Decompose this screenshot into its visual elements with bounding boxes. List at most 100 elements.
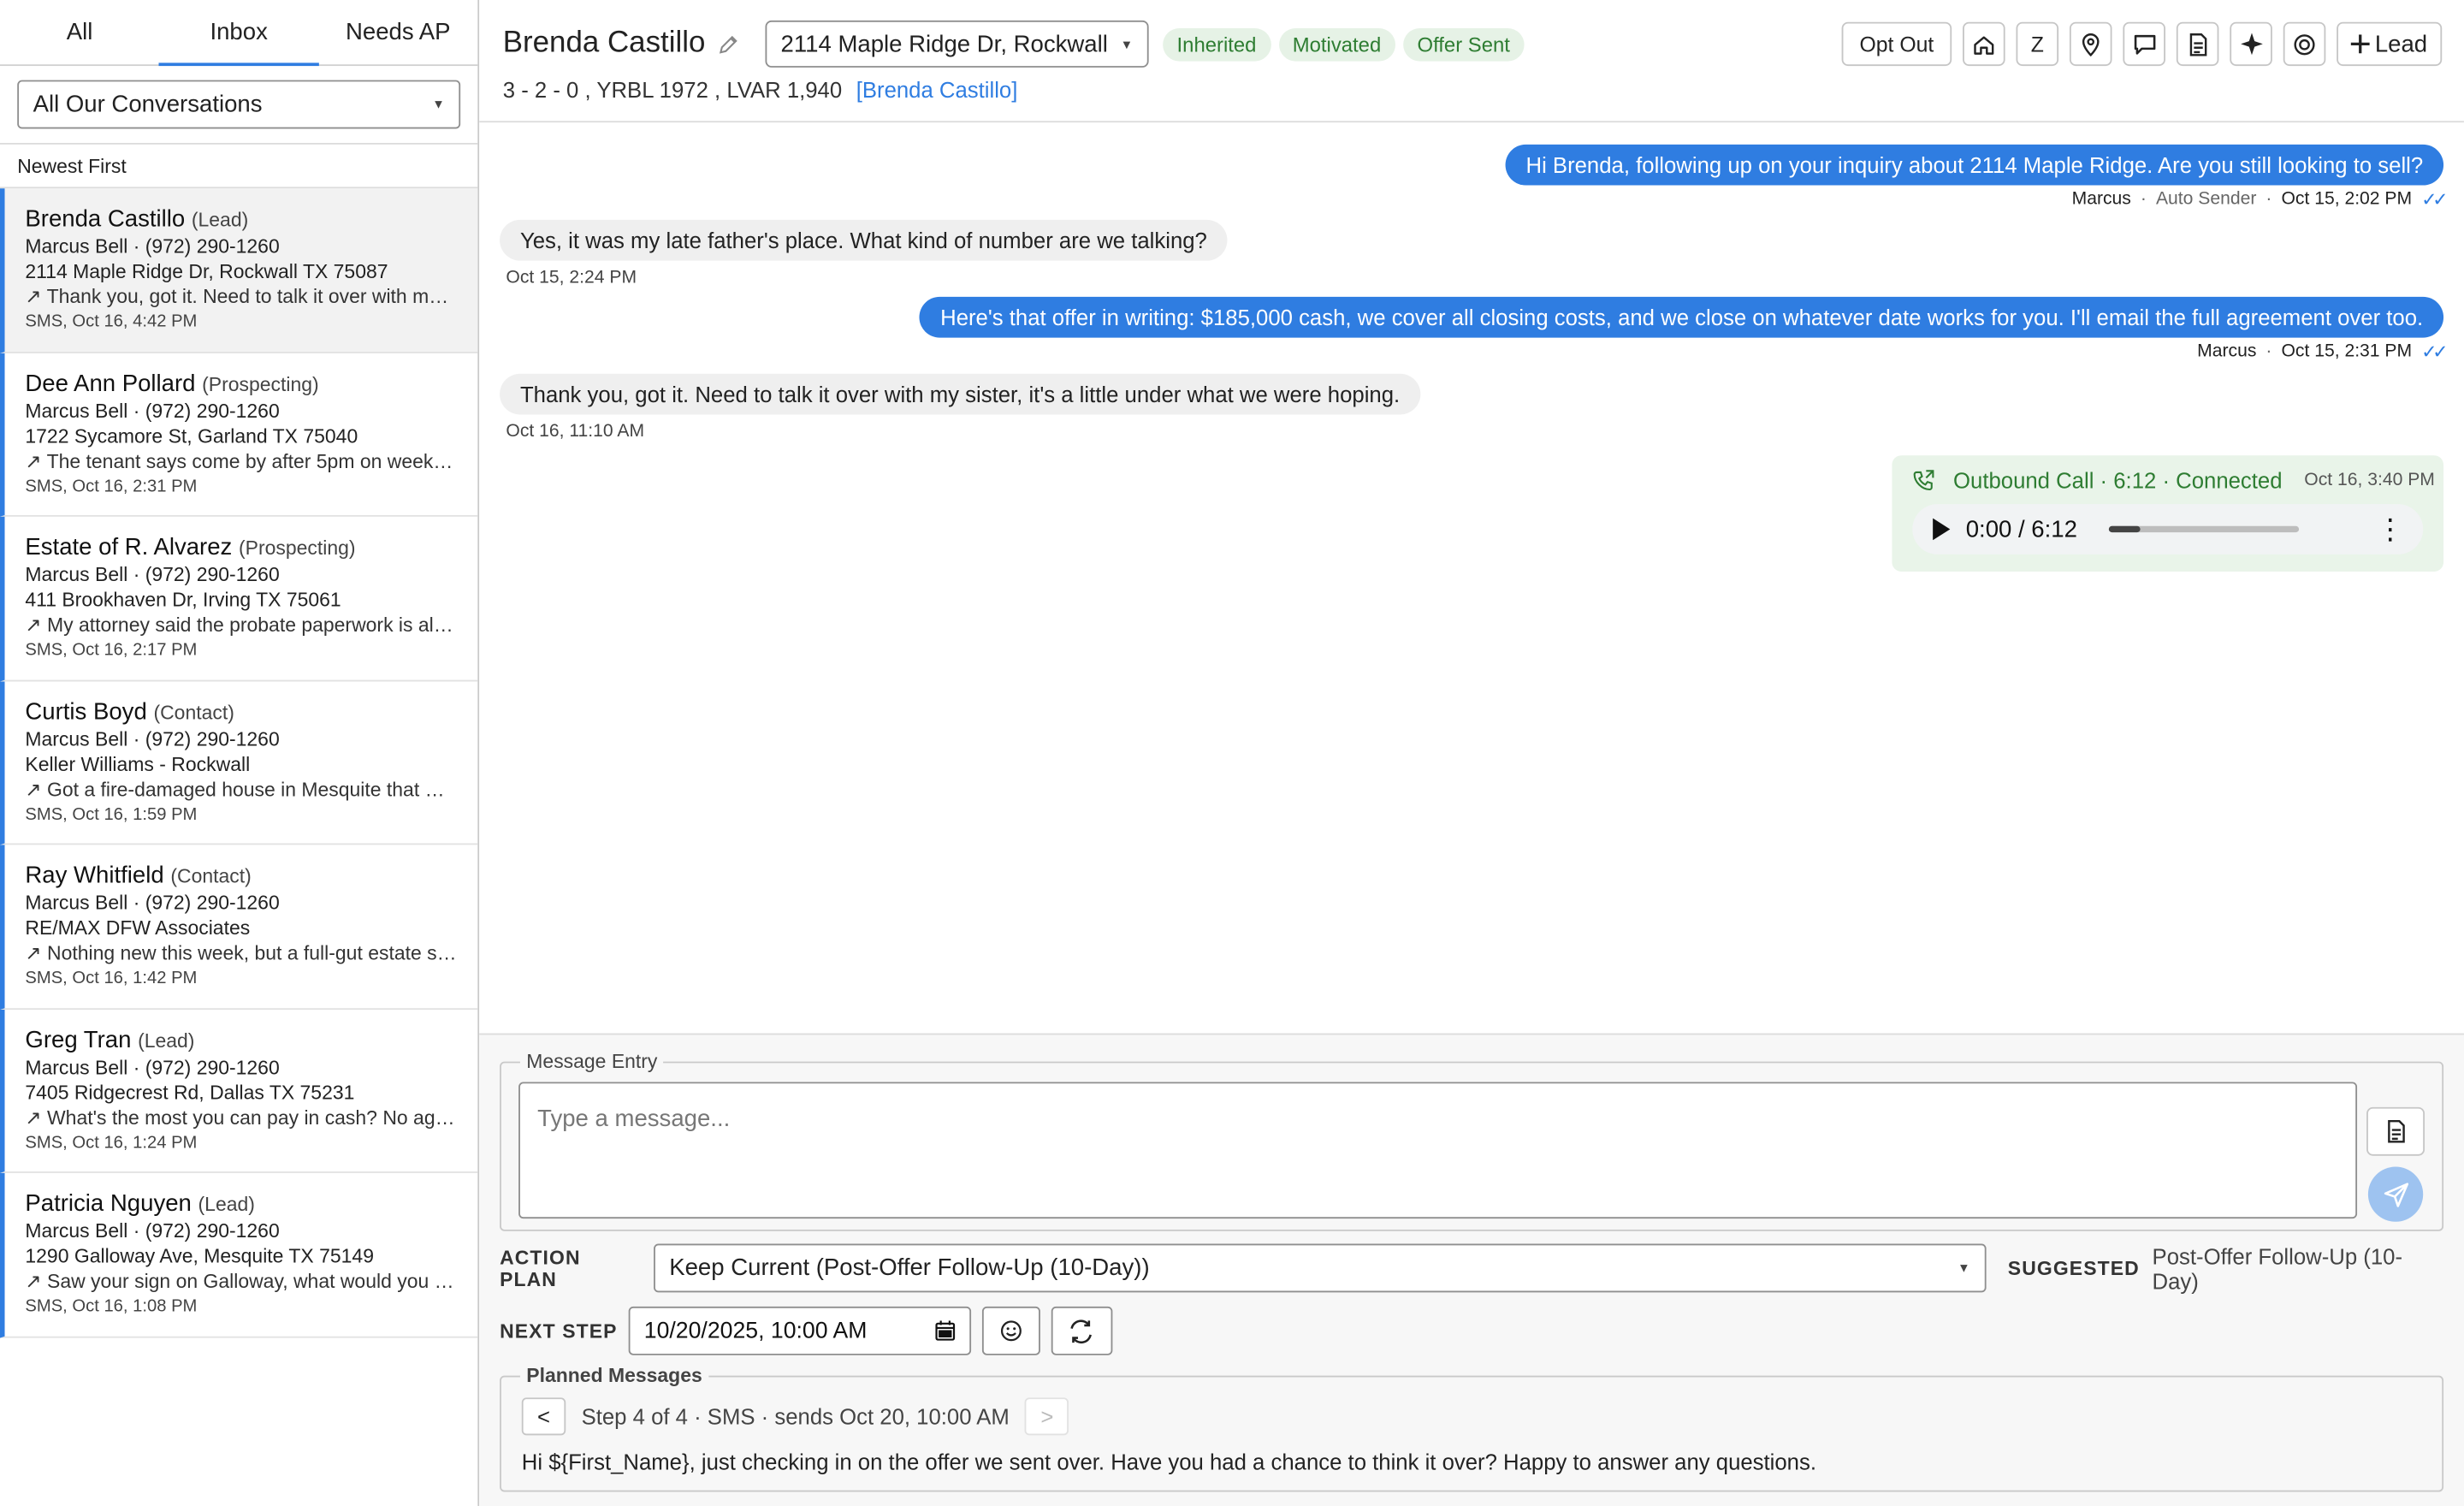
conversation-agent: Marcus Bell · (972) 290-1260 [25, 1219, 280, 1242]
call-summary: Outbound Call · 6:12 · Connected [1953, 467, 2283, 494]
property-address-value: 2114 Maple Ridge Dr, Rockwall [780, 30, 1108, 57]
message-bubble: Thank you, got it. Need to talk it over … [500, 373, 1421, 415]
tab-inbox[interactable]: Inbox [159, 0, 319, 67]
sort-order-label[interactable]: Newest First [0, 145, 478, 189]
next-step-label: NEXT STEP [500, 1319, 618, 1343]
calendar-icon[interactable] [935, 1320, 956, 1341]
conversation-detail: RE/MAX DFW Associates [25, 916, 251, 940]
message-input[interactable]: Type a message... [518, 1082, 2358, 1219]
conversation-type: (Lead) [198, 1193, 255, 1216]
action-plan-value: Keep Current (Post-Offer Follow-Up (10-D… [669, 1254, 1150, 1282]
message-time: Oct 15, 2:31 PM [2281, 342, 2413, 362]
action-plan-select[interactable]: Keep Current (Post-Offer Follow-Up (10-D… [653, 1243, 1987, 1293]
conversation-type: (Contact) [153, 701, 234, 724]
target-button[interactable] [2283, 21, 2326, 67]
conversation-type: (Lead) [138, 1029, 195, 1052]
message-bubble: Here's that offer in writing: $185,000 c… [920, 296, 2444, 338]
planned-message-text: Hi ${First_Name}, just checking in on th… [521, 1449, 1816, 1475]
template-button[interactable] [2366, 1106, 2426, 1156]
conversation-type: (Contact) [170, 865, 252, 887]
tab-needs-ap[interactable]: Needs AP [318, 0, 477, 64]
conversation-header: Brenda Castillo 2114 Maple Ridge Dr, Roc… [479, 0, 2464, 123]
conversation-agent: Marcus Bell · (972) 290-1260 [25, 727, 280, 750]
opt-out-button[interactable]: Opt Out [1841, 21, 1952, 67]
property-address-select[interactable]: 2114 Maple Ridge Dr, Rockwall ▼ [765, 20, 1149, 68]
conversation-item-greg-tran[interactable]: Greg Tran (Lead) Marcus Bell · (972) 290… [0, 1009, 478, 1173]
play-icon[interactable] [1931, 518, 1951, 541]
message-thread: Hi Brenda, following up on your inquiry … [479, 122, 2464, 1033]
message-time: Oct 15, 2:24 PM [506, 268, 637, 288]
audio-progress-slider[interactable] [2108, 525, 2299, 533]
notes-button[interactable] [2176, 21, 2219, 67]
more-vertical-icon[interactable]: ⋮ [2376, 513, 2404, 546]
home-icon [1974, 35, 1994, 54]
message-meta: Marcus · Oct 15, 2:31 PM ✓✓ [2197, 341, 2448, 363]
map-pin-icon [2082, 33, 2100, 56]
phone-outgoing-icon [1913, 470, 1934, 491]
message-inbound: Thank you, got it. Need to talk it over … [500, 373, 1421, 442]
home-button[interactable] [1963, 21, 2005, 67]
next-step-row: NEXT STEP 10/20/2025, 10:00 AM [500, 1306, 1113, 1355]
conversation-item-brenda-castillo[interactable]: Brenda Castillo (Lead) Marcus Bell · (97… [0, 188, 478, 353]
tab-all[interactable]: All [0, 0, 159, 64]
conversation-meta: SMS, Oct 16, 1:08 PM [25, 1296, 198, 1316]
conversation-filter-wrap: All Our Conversations ▼ [0, 66, 478, 145]
conversation-meta: SMS, Oct 16, 1:42 PM [25, 969, 198, 988]
suggested-value[interactable]: Post-Offer Follow-Up (10-Day) [2153, 1243, 2444, 1294]
conversation-agent: Marcus Bell · (972) 290-1260 [25, 1056, 280, 1078]
refresh-button[interactable] [1051, 1306, 1113, 1355]
planned-messages-legend: Planned Messages [519, 1364, 709, 1387]
conversation-filter-select[interactable]: All Our Conversations ▼ [17, 80, 461, 129]
next-step-value: 10/20/2025, 10:00 AM [643, 1318, 868, 1344]
contact-name: Brenda Castillo [502, 27, 706, 60]
contact-link[interactable]: [Brenda Castillo] [856, 77, 1018, 102]
step-info: Step 4 of 4 · SMS · sends Oct 20, 10:00 … [581, 1403, 1010, 1430]
action-plan-row: ACTION PLAN Keep Current (Post-Offer Fol… [500, 1243, 2444, 1294]
chevron-down-icon: ▼ [432, 97, 445, 112]
conversation-item-estate-alvarez[interactable]: Estate of R. Alvarez (Prospecting) Marcu… [0, 516, 478, 681]
tag-offer-sent: Offer Sent [1402, 27, 1525, 61]
target-icon [2294, 33, 2315, 55]
zillow-button[interactable]: Z [2016, 21, 2059, 67]
add-lead-label: Lead [2374, 30, 2428, 57]
conversation-item-ray-whitfield[interactable]: Ray Whitfield (Contact) Marcus Bell · (9… [0, 845, 478, 1010]
call-recording-player: 0:00 / 6:12 ⋮ [1912, 504, 2424, 554]
conversation-filter-value: All Our Conversations [33, 91, 263, 118]
ai-button[interactable] [2230, 21, 2272, 67]
emoji-button[interactable] [981, 1306, 1040, 1355]
smiley-icon [1000, 1320, 1022, 1342]
map-button[interactable] [2069, 21, 2112, 67]
chevron-down-icon: ▼ [1958, 1260, 1970, 1276]
call-log-card: Outbound Call · 6:12 · Connected Oct 16,… [1892, 455, 2444, 572]
conversation-type: (Prospecting) [239, 537, 356, 560]
send-button[interactable] [2367, 1166, 2424, 1222]
pencil-icon[interactable] [718, 33, 738, 54]
add-lead-button[interactable]: Lead [2337, 21, 2443, 67]
conversation-preview: ↗ The tenant says come by after 5pm on w… [25, 449, 457, 472]
contact-tags: Inherited Motivated Offer Sent [1163, 27, 1525, 61]
message-entry-group: Message Entry Type a message... [500, 1050, 2444, 1231]
next-step-button[interactable]: > [1025, 1397, 1069, 1436]
conversation-name: Patricia Nguyen [25, 1190, 192, 1218]
conversation-pane: Brenda Castillo 2114 Maple Ridge Dr, Roc… [479, 0, 2464, 1506]
conversation-item-dee-ann-pollard[interactable]: Dee Ann Pollard (Prospecting) Marcus Bel… [0, 353, 478, 517]
conversation-item-patricia-nguyen[interactable]: Patricia Nguyen (Lead) Marcus Bell · (97… [0, 1172, 478, 1337]
conversation-preview: ↗ Thank you, got it. Need to talk it ove… [25, 286, 457, 308]
conversation-item-curtis-boyd[interactable]: Curtis Boyd (Contact) Marcus Bell · (972… [0, 680, 478, 845]
header-actions: Opt Out Z Lead [1841, 21, 2443, 67]
conversation-name: Brenda Castillo [25, 205, 186, 233]
planned-messages-group: Planned Messages < Step 4 of 4 · SMS · s… [500, 1364, 2444, 1492]
message-via: Auto Sender [2155, 190, 2257, 210]
conversation-detail: 7405 Ridgecrest Rd, Dallas TX 75231 [25, 1081, 355, 1104]
conversation-agent: Marcus Bell · (972) 290-1260 [25, 400, 280, 422]
conversation-name: Greg Tran [25, 1026, 132, 1053]
suggested-label: SUGGESTED [2007, 1257, 2140, 1279]
tag-inherited: Inherited [1163, 27, 1271, 61]
previous-step-button[interactable]: < [521, 1397, 566, 1436]
conversation-preview: ↗ Nothing new this week, but a full-gut … [25, 942, 457, 964]
conversation-sidebar: All Inbox Needs AP All Our Conversations… [0, 0, 480, 1506]
send-icon [2383, 1182, 2408, 1207]
next-step-datetime-input[interactable]: 10/20/2025, 10:00 AM [628, 1306, 971, 1355]
conversation-detail: 411 Brookhaven Dr, Irving TX 75061 [25, 589, 341, 611]
sms-button[interactable] [2123, 21, 2165, 67]
